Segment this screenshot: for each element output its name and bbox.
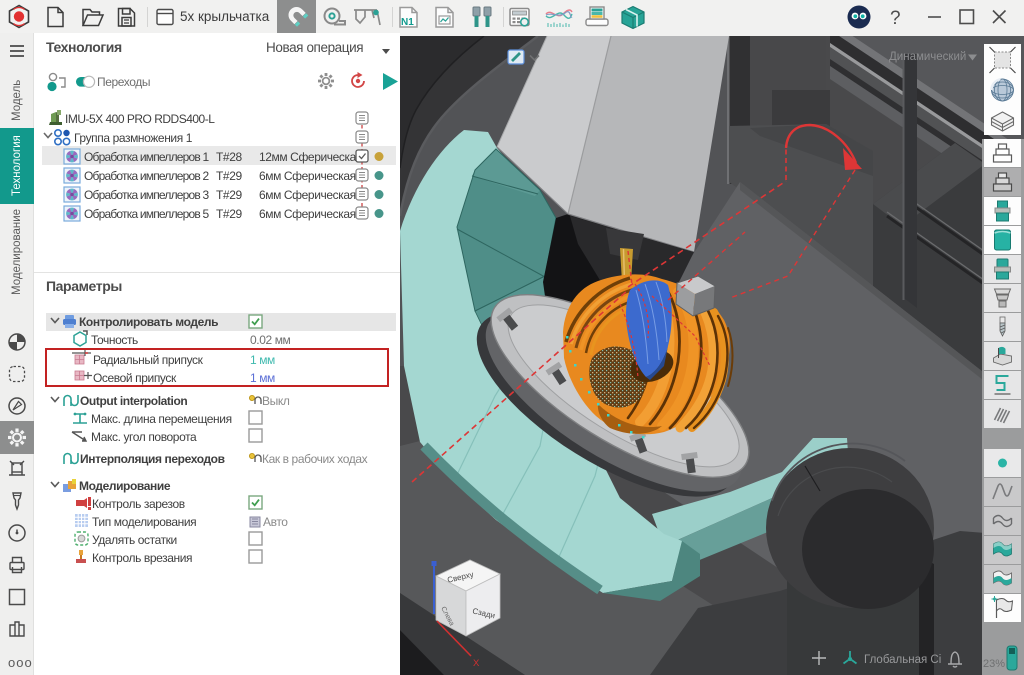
svg-text:Глобальная Сi: Глобальная Сi xyxy=(864,654,941,666)
svg-text:X: X xyxy=(473,658,480,669)
svg-text:23%: 23% xyxy=(983,658,1005,670)
svg-text:?: ? xyxy=(890,8,901,29)
svg-text:Динамический: Динамический xyxy=(889,51,966,63)
svg-text:N1: N1 xyxy=(401,17,414,28)
